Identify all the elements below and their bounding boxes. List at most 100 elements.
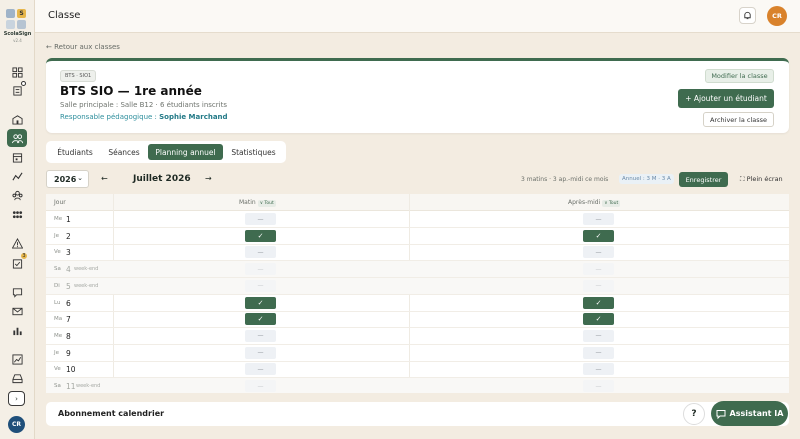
afternoon-slot[interactable]: ✓ [583, 296, 614, 309]
table-row: Di 5 week-end — — [46, 277, 789, 295]
trend-icon[interactable] [7, 350, 27, 368]
mail-icon[interactable] [7, 302, 27, 320]
tab-planning-annuel[interactable]: Planning annuel [148, 144, 223, 160]
attendance-icon[interactable] [7, 81, 27, 99]
dashboard-icon[interactable] [7, 63, 27, 81]
page-title: Classe [48, 10, 81, 21]
calendar-subscription-panel[interactable]: Abonnement calendrier [46, 402, 789, 426]
day-number: 5 [66, 281, 71, 291]
app-logo: S [6, 9, 28, 29]
table-row: Lu 6 ✓ ✓ [46, 295, 789, 312]
fullscreen-button[interactable]: ⛶ Plein écran [740, 175, 783, 184]
back-to-classes-link[interactable]: ← Retour aux classes [46, 43, 120, 51]
morning-slot[interactable]: — [245, 246, 276, 259]
morning-slot[interactable]: ✓ [245, 296, 276, 309]
day-number: 1 [66, 215, 71, 224]
weekend-label: week-end [74, 282, 99, 289]
message-icon[interactable] [7, 283, 27, 301]
col-afternoon-label: Après-midi [568, 199, 601, 206]
class-responsable: Responsable pédagogique : Sophie Marchan… [60, 113, 228, 121]
day-number: 6 [66, 298, 71, 308]
chevron-right-icon: › [15, 394, 18, 403]
afternoon-slot[interactable]: — [583, 213, 614, 225]
day-number: 7 [66, 315, 71, 325]
afternoon-select-all[interactable]: ∨ Tout [602, 200, 621, 207]
morning-slot: — [245, 380, 276, 392]
prev-month-button[interactable]: ← [101, 174, 108, 183]
day-number: 2 [66, 231, 71, 241]
next-month-button[interactable]: → [205, 174, 212, 183]
save-button[interactable]: Enregistrer [679, 172, 728, 187]
col-morning-label: Matin [239, 199, 256, 206]
afternoon-slot[interactable]: — [583, 363, 614, 376]
help-button[interactable]: ? [683, 403, 705, 425]
table-row: Me 1 — — [46, 211, 789, 228]
afternoon-slot[interactable]: — [583, 329, 614, 342]
year-select[interactable]: 2026 ⌄ [46, 170, 89, 188]
school-icon[interactable] [7, 110, 27, 128]
morning-slot: — [245, 263, 276, 276]
morning-slot[interactable]: — [245, 329, 276, 342]
col-morning-header: Matin ∨ Tout [239, 199, 276, 207]
table-row: Sa 4 week-end — — [46, 261, 789, 279]
tab-seances[interactable]: Séances [102, 144, 146, 160]
current-month: Juillet 2026 [133, 174, 191, 184]
groups-icon[interactable] [7, 205, 27, 223]
morning-slot[interactable]: — [245, 213, 276, 225]
notifications-button[interactable] [739, 7, 756, 24]
day-number: 9 [66, 348, 71, 358]
day-of-week: Me [54, 216, 63, 222]
ai-assistant-button[interactable]: Assistant IA [711, 401, 788, 426]
planning-table: Jour Matin ∨ Tout Après-midi ∨ Tout Me 1— — J… [46, 194, 789, 393]
day-of-week: Ve [54, 249, 61, 256]
tab-etudiants[interactable]: Étudiants [50, 144, 100, 160]
stats-line-icon[interactable] [7, 167, 27, 185]
warning-icon[interactable] [7, 234, 27, 252]
table-row: Ma 7 ✓ ✓ [46, 311, 789, 329]
app-name: ScolaSign [3, 31, 32, 37]
app-version: v2.4 [13, 38, 22, 43]
afternoon-slot: — [583, 263, 614, 276]
afternoon-slot[interactable]: ✓ [583, 229, 614, 242]
morning-slot[interactable]: — [245, 363, 276, 376]
bar-chart-icon[interactable] [7, 321, 27, 339]
table-row: Ve 3 — — [46, 244, 789, 262]
expand-sidebar-button[interactable]: › [8, 391, 25, 406]
table-header: Jour Matin ∨ Tout Après-midi ∨ Tout [46, 194, 789, 211]
weekend-label: week-end [76, 383, 101, 389]
day-of-week: Sa [54, 383, 61, 389]
calendar-subscription-title: Abonnement calendrier [58, 409, 165, 418]
day-of-week: Sa [54, 266, 61, 273]
day-of-week: Me [54, 332, 63, 339]
afternoon-slot: — [583, 380, 614, 392]
calendar-icon[interactable] [7, 148, 27, 166]
archive-icon[interactable] [7, 369, 27, 387]
morning-slot[interactable]: ✓ [245, 313, 276, 326]
class-subtitle: Salle principale : Salle B12 · 6 étudian… [60, 101, 227, 109]
bulletin-icon[interactable]: 3 [7, 252, 28, 272]
tab-statistiques[interactable]: Statistiques [225, 144, 282, 160]
day-of-week: Ve [54, 366, 61, 373]
user-avatar[interactable]: CR [767, 6, 787, 26]
afternoon-slot[interactable]: — [583, 246, 614, 259]
ai-assistant-label: Assistant IA [729, 409, 784, 418]
table-row: Ve 10 — — [46, 361, 789, 379]
add-student-button[interactable]: + Ajouter un étudiant [678, 89, 774, 108]
sidebar-avatar[interactable]: CR [8, 416, 25, 433]
archive-class-button[interactable]: Archiver la classe [703, 112, 774, 127]
afternoon-slot[interactable]: ✓ [583, 313, 614, 326]
users-icon[interactable] [7, 186, 27, 204]
morning-slot[interactable]: — [245, 346, 276, 359]
day-of-week: Ma [54, 316, 63, 323]
modify-class-button[interactable]: Modifier la classe [705, 69, 774, 83]
day-of-week: Di [54, 282, 60, 289]
day-number: 8 [66, 331, 71, 341]
afternoon-slot[interactable]: — [583, 346, 614, 359]
responsable-name: Sophie Marchand [159, 113, 228, 121]
responsable-label: Responsable pédagogique : [60, 113, 157, 121]
table-row: Sa 11 week-end — — [46, 378, 789, 393]
classes-icon[interactable] [7, 129, 27, 147]
month-summary: 3 matins · 3 ap.-midi ce mois [521, 176, 609, 183]
morning-select-all[interactable]: ∨ Tout [257, 200, 276, 207]
morning-slot[interactable]: ✓ [245, 229, 276, 242]
